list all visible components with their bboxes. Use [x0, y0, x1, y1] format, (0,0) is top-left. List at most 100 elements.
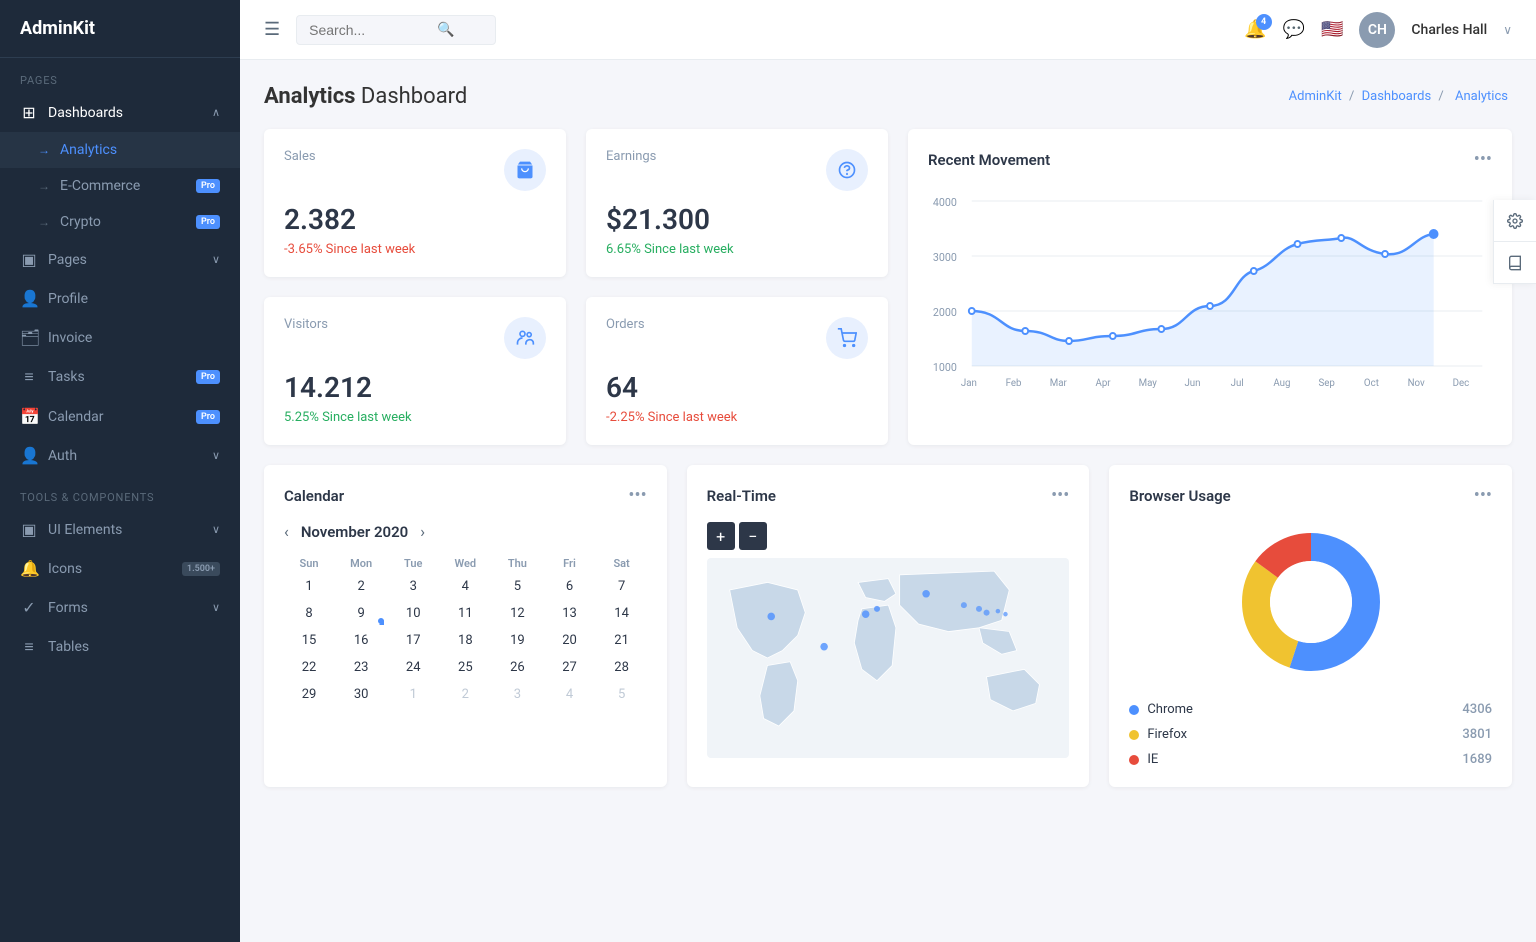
search-icon: 🔍 — [437, 22, 454, 38]
svg-text:Sep: Sep — [1318, 378, 1335, 389]
ui-elements-icon: ▣ — [20, 520, 38, 539]
cal-day-19[interactable]: 19 — [492, 628, 542, 653]
svg-text:4000: 4000 — [933, 196, 957, 209]
map-zoom-out-button[interactable]: − — [739, 522, 767, 550]
svg-text:Feb: Feb — [1006, 378, 1022, 389]
svg-text:Mar: Mar — [1050, 378, 1068, 389]
breadcrumb-dashboards[interactable]: Dashboards — [1362, 89, 1432, 104]
calendar-header: Calendar ••• — [284, 485, 647, 506]
settings-panel-button[interactable] — [1494, 200, 1536, 242]
sidebar-item-icons[interactable]: 🔔 Icons 1.500+ — [0, 549, 240, 588]
sidebar-item-calendar[interactable]: 📅 Calendar Pro — [0, 397, 240, 436]
cal-day-1[interactable]: 1 — [284, 574, 334, 599]
earnings-icon-circle — [826, 149, 868, 191]
sidebar-item-tasks[interactable]: ≡ Tasks Pro — [0, 357, 240, 397]
calendar-title: Calendar — [284, 487, 344, 505]
cal-day-25[interactable]: 25 — [440, 655, 490, 680]
cal-day-20[interactable]: 20 — [544, 628, 594, 653]
cal-day-16[interactable]: 16 — [336, 628, 386, 653]
stat-card-sales-header: Sales — [284, 149, 546, 191]
cal-day-22[interactable]: 22 — [284, 655, 334, 680]
cal-day-12[interactable]: 12 — [492, 601, 542, 626]
sidebar-item-pages[interactable]: ▣ Pages ∨ — [0, 240, 240, 279]
cal-day-7[interactable]: 7 — [597, 574, 647, 599]
cal-day-10[interactable]: 10 — [388, 601, 438, 626]
docs-panel-button[interactable] — [1494, 242, 1536, 284]
cal-day-18[interactable]: 18 — [440, 628, 490, 653]
cal-day-5[interactable]: 5 — [492, 574, 542, 599]
sidebar-item-profile[interactable]: 👤 Profile — [0, 279, 240, 318]
stats-col-right: Earnings $21.300 6.65% Since last week O… — [586, 129, 888, 445]
calendar-days: 1234567891011121314151617181920212223242… — [284, 574, 647, 707]
svg-text:Dec: Dec — [1453, 378, 1470, 389]
sidebar-item-icons-label: Icons — [48, 561, 82, 577]
notification-button[interactable]: 🔔 4 — [1244, 19, 1266, 40]
browser-usage-title: Browser Usage — [1129, 487, 1230, 505]
cal-day-11[interactable]: 11 — [440, 601, 490, 626]
svg-text:Apr: Apr — [1095, 378, 1111, 389]
cal-day-6[interactable]: 6 — [544, 574, 594, 599]
calendar-next-button[interactable]: › — [420, 522, 425, 541]
chart-title: Recent Movement — [928, 151, 1050, 169]
cal-day-4[interactable]: 4 — [440, 574, 490, 599]
messages-button[interactable]: 💬 — [1283, 19, 1305, 40]
sidebar-item-auth[interactable]: 👤 Auth ∨ — [0, 436, 240, 475]
cal-day-21[interactable]: 21 — [597, 628, 647, 653]
cal-day-14[interactable]: 14 — [597, 601, 647, 626]
cal-day-17[interactable]: 17 — [388, 628, 438, 653]
sidebar-item-analytics[interactable]: → Analytics — [0, 132, 240, 168]
cal-next-day-2: 2 — [440, 682, 490, 707]
language-selector[interactable]: 🇺🇸 — [1321, 19, 1343, 40]
sidebar-item-invoice[interactable]: 🗂 Invoice — [0, 318, 240, 357]
stat-card-orders: Orders 64 -2.25% Since last week — [586, 297, 888, 445]
tables-icon: ≡ — [20, 637, 38, 657]
map-zoom-in-button[interactable]: + — [707, 522, 735, 550]
breadcrumb-sep1: / — [1349, 89, 1358, 104]
sidebar-item-ui-elements[interactable]: ▣ UI Elements ∨ — [0, 510, 240, 549]
sidebar-item-ecommerce[interactable]: → E-Commerce Pro — [0, 168, 240, 204]
ie-count: 1689 — [1462, 752, 1492, 767]
world-map-svg — [707, 558, 1070, 758]
svg-text:Jul: Jul — [1231, 378, 1244, 389]
chevron-down-icon: ∨ — [212, 523, 220, 536]
donut-chart-container — [1129, 522, 1492, 682]
search-input[interactable] — [309, 22, 429, 38]
sidebar-item-crypto[interactable]: → Crypto Pro — [0, 204, 240, 240]
cal-day-2[interactable]: 2 — [336, 574, 386, 599]
cal-day-29[interactable]: 29 — [284, 682, 334, 707]
sidebar-item-forms[interactable]: ✓ Forms ∨ — [0, 588, 240, 627]
sidebar-section-tools: Tools & Components — [0, 475, 240, 510]
cal-day-3[interactable]: 3 — [388, 574, 438, 599]
cal-day-23[interactable]: 23 — [336, 655, 386, 680]
chrome-count: 4306 — [1462, 702, 1492, 717]
user-dropdown-icon[interactable]: ∨ — [1503, 23, 1512, 37]
calendar-prev-button[interactable]: ‹ — [284, 522, 289, 541]
user-name[interactable]: Charles Hall — [1411, 22, 1487, 38]
sidebar-item-invoice-label: Invoice — [48, 330, 92, 346]
arrow-icon: → — [38, 215, 50, 229]
realtime-more-button[interactable]: ••• — [1051, 485, 1069, 506]
sidebar-item-tasks-label: Tasks — [48, 369, 85, 385]
cal-day-28[interactable]: 28 — [597, 655, 647, 680]
sidebar-item-dashboards[interactable]: ⊞ Dashboards ∧ — [0, 93, 240, 132]
browser-item-firefox: Firefox 3801 — [1129, 727, 1492, 742]
sales-icon-circle — [504, 149, 546, 191]
stat-card-visitors-header: Visitors — [284, 317, 546, 359]
plus-icon: + — [716, 527, 725, 546]
calendar-more-button[interactable]: ••• — [628, 485, 646, 506]
cal-day-27[interactable]: 27 — [544, 655, 594, 680]
sidebar-item-tables[interactable]: ≡ Tables — [0, 627, 240, 667]
cal-day-15[interactable]: 15 — [284, 628, 334, 653]
cal-day-26[interactable]: 26 — [492, 655, 542, 680]
top-row: Sales 2.382 -3.65% Since last week Visit… — [264, 129, 1512, 445]
cal-day-9[interactable]: 9 — [336, 601, 386, 626]
cal-day-13[interactable]: 13 — [544, 601, 594, 626]
chart-more-button[interactable]: ••• — [1474, 149, 1492, 170]
breadcrumb-adminkit[interactable]: AdminKit — [1289, 89, 1342, 104]
cal-day-8[interactable]: 8 — [284, 601, 334, 626]
menu-toggle-button[interactable]: ☰ — [264, 19, 280, 40]
realtime-title: Real-Time — [707, 487, 776, 505]
cal-day-30[interactable]: 30 — [336, 682, 386, 707]
cal-day-24[interactable]: 24 — [388, 655, 438, 680]
browser-more-button[interactable]: ••• — [1474, 485, 1492, 506]
